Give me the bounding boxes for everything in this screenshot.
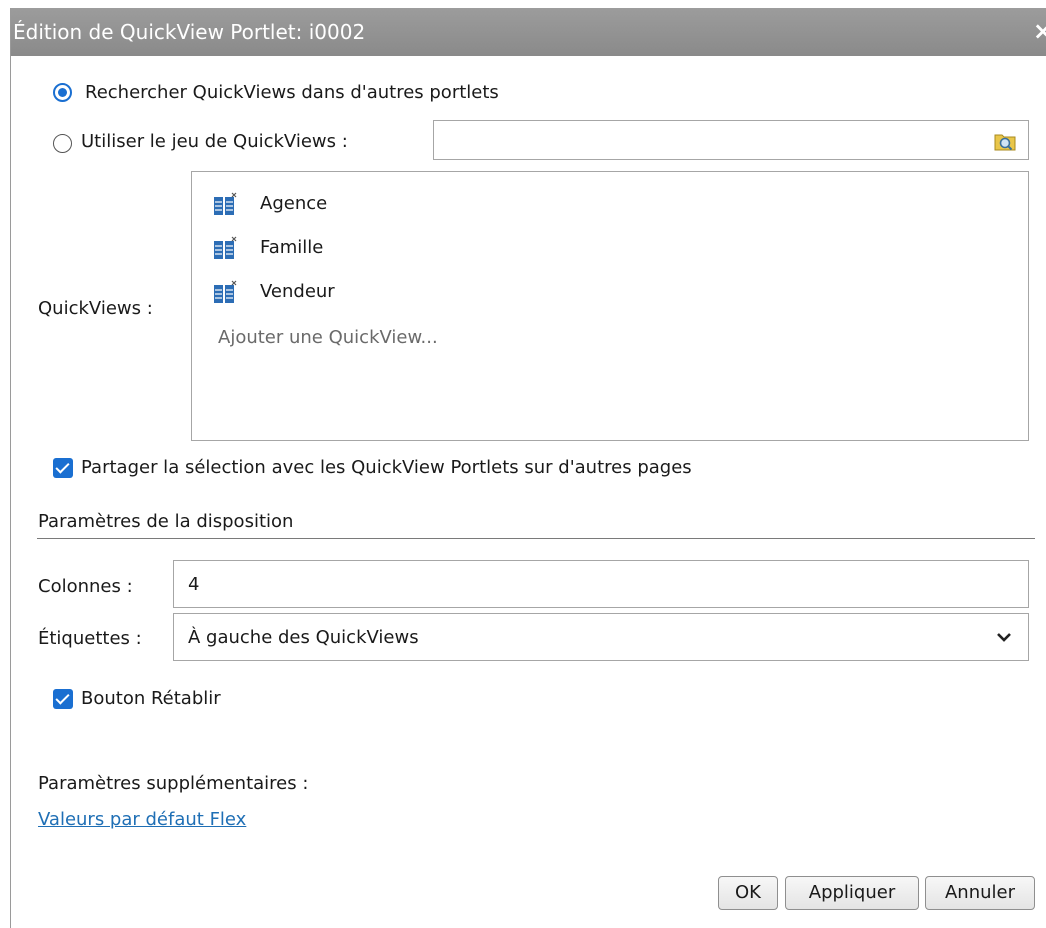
reset-button-checkbox[interactable] [53,689,73,709]
layout-section-title: Paramètres de la disposition [38,511,294,532]
radio-search-other-portlets[interactable] [53,83,72,102]
quickview-table-icon [214,192,237,215]
edit-quickview-portlet-dialog: Édition de QuickView Portlet: i0002 × Re… [10,8,1046,928]
quickview-table-icon [214,280,237,303]
columns-label: Colonnes : [38,576,133,597]
reset-button-label[interactable]: Bouton Rétablir [81,688,221,709]
quickview-item-label: Vendeur [260,281,335,302]
add-quickview-link[interactable]: Ajouter une QuickView... [218,327,438,348]
section-divider [37,538,1035,539]
ok-button[interactable]: OK [718,876,778,910]
share-selection-checkbox[interactable] [53,458,73,478]
labels-position-select[interactable]: À gauche des QuickViews [173,613,1029,661]
close-icon[interactable]: × [1033,17,1046,45]
extra-settings-title: Paramètres supplémentaires : [38,773,309,794]
chevron-down-icon[interactable] [996,632,1012,643]
share-selection-label[interactable]: Partager la sélection avec les QuickView… [81,457,692,478]
dialog-titlebar[interactable]: Édition de QuickView Portlet: i0002 × [11,8,1046,56]
radio-search-other-portlets-label[interactable]: Rechercher QuickViews dans d'autres port… [85,82,499,103]
quickviews-list: Agence Famille Vendeur Ajouter une Quick… [191,171,1029,441]
quickview-item-label: Famille [260,237,324,258]
dialog-title: Édition de QuickView Portlet: i0002 [13,20,366,44]
labels-position-label: Étiquettes : [38,628,142,649]
columns-input[interactable]: 4 [173,560,1029,608]
quickview-item-label: Agence [260,193,328,214]
quickview-set-input[interactable] [433,120,1029,160]
cancel-button[interactable]: Annuler [925,876,1035,910]
apply-button[interactable]: Appliquer [785,876,919,910]
quickview-table-icon [214,236,237,259]
flex-defaults-link[interactable]: Valeurs par défaut Flex [38,809,246,830]
radio-use-quickview-set[interactable] [53,134,72,153]
labels-position-value: À gauche des QuickViews [188,627,419,648]
columns-input-value: 4 [188,574,200,595]
radio-use-quickview-set-label[interactable]: Utiliser le jeu de QuickViews : [81,131,348,152]
quickviews-label: QuickViews : [38,298,153,319]
folder-search-icon[interactable] [994,131,1016,151]
